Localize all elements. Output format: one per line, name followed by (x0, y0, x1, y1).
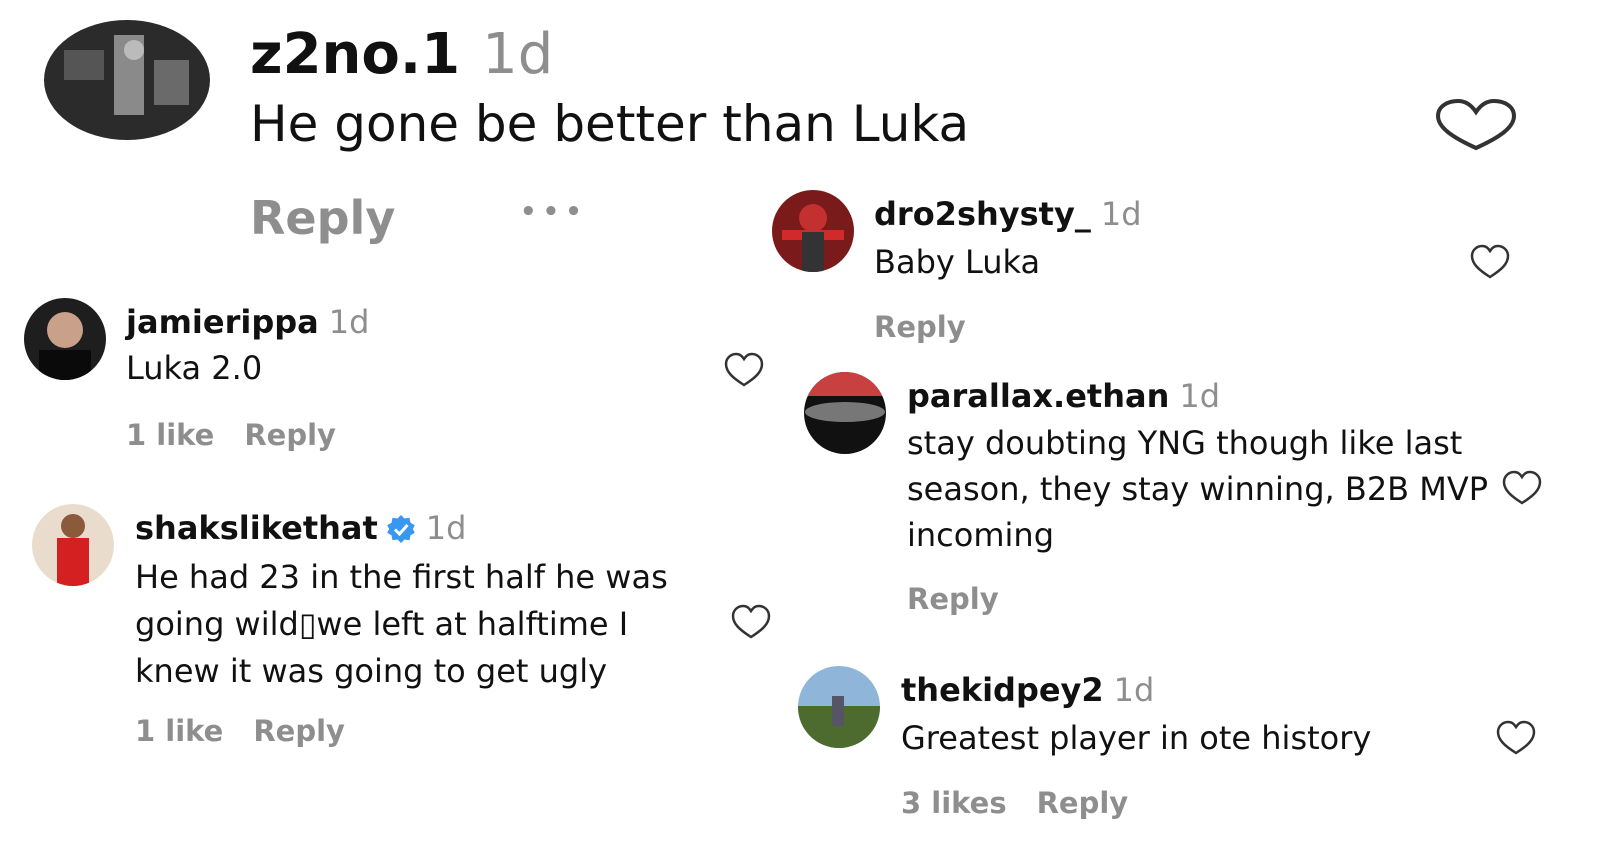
comment-line: going wild▯we left at halftime I (135, 605, 629, 643)
timestamp: 1d (1113, 671, 1155, 709)
comment-line: season, they stay winning, B2B MVP (907, 470, 1489, 508)
avatar-shakslikethat[interactable] (32, 504, 114, 586)
reply-button[interactable]: Reply (907, 580, 999, 618)
username[interactable]: thekidpey2 (901, 671, 1104, 709)
comment-line: stay doubting YNG though like last (907, 424, 1463, 462)
comment-header-thekidpey2: thekidpey2 1d (901, 670, 1154, 710)
comment-header-jamierippa: jamierippa 1d (126, 302, 369, 342)
comment-text: Luka 2.0 (126, 349, 263, 387)
main-comment-text: He gone be better than Luka (250, 95, 970, 153)
reply-button[interactable]: Reply (1037, 786, 1129, 820)
comment-text: stay doubting YNG though like last seaso… (907, 420, 1488, 558)
comment-header-parallax-ethan: parallax.ethan 1d (907, 376, 1220, 416)
comment-text: Greatest player in ote history (901, 719, 1372, 757)
more-options-icon[interactable]: ••• (520, 194, 588, 230)
comment-text: Baby Luka (874, 243, 1041, 281)
comment-header-shakslikethat: shakslikethat 1d (135, 508, 466, 548)
avatar-thekidpey2[interactable] (798, 666, 880, 748)
like-heart-icon[interactable] (1496, 720, 1536, 756)
likes-count[interactable]: 1 like (126, 418, 214, 452)
like-heart-icon[interactable] (724, 352, 764, 388)
like-heart-icon[interactable] (731, 604, 771, 640)
comment-header-dro2shysty: dro2shysty_ 1d (874, 194, 1142, 234)
timestamp: 1d (328, 303, 370, 341)
verified-badge-icon (386, 514, 416, 544)
timestamp: 1d (425, 509, 467, 547)
timestamp: 1d (1179, 377, 1221, 415)
username[interactable]: dro2shysty_ (874, 195, 1091, 233)
username[interactable]: parallax.ethan (907, 377, 1169, 415)
username[interactable]: z2no.1 (250, 22, 460, 87)
likes-count[interactable]: 1 like (135, 714, 223, 748)
comment-text: He had 23 in the first half he was going… (135, 554, 668, 695)
like-heart-icon[interactable] (1502, 470, 1542, 506)
likes-count[interactable]: 3 likes (901, 786, 1007, 820)
timestamp: 1d (1100, 195, 1142, 233)
comment-line: knew it was going to get ugly (135, 652, 608, 690)
username[interactable]: jamierippa (126, 303, 319, 341)
main-comment-header: z2no.1 1d (250, 22, 553, 88)
reply-button[interactable]: Reply (253, 714, 345, 748)
reply-button[interactable]: Reply (874, 308, 966, 346)
avatar-parallax-ethan[interactable] (804, 372, 886, 454)
comment-line: He had 23 in the first half he was (135, 558, 668, 596)
comment-meta: 1 like Reply (135, 712, 345, 750)
reply-button[interactable]: Reply (250, 190, 395, 246)
username[interactable]: shakslikethat (135, 509, 378, 547)
like-heart-icon[interactable] (1470, 244, 1510, 280)
comment-meta: 1 like Reply (126, 416, 336, 454)
avatar-z2no1[interactable] (44, 20, 210, 140)
comment-line: incoming (907, 516, 1054, 554)
like-heart-icon[interactable] (1434, 98, 1518, 152)
reply-button[interactable]: Reply (244, 418, 336, 452)
avatar-jamierippa[interactable] (24, 298, 106, 380)
avatar-dro2shysty[interactable] (772, 190, 854, 272)
timestamp: 1d (482, 22, 554, 87)
comment-meta: 3 likes Reply (901, 784, 1128, 822)
